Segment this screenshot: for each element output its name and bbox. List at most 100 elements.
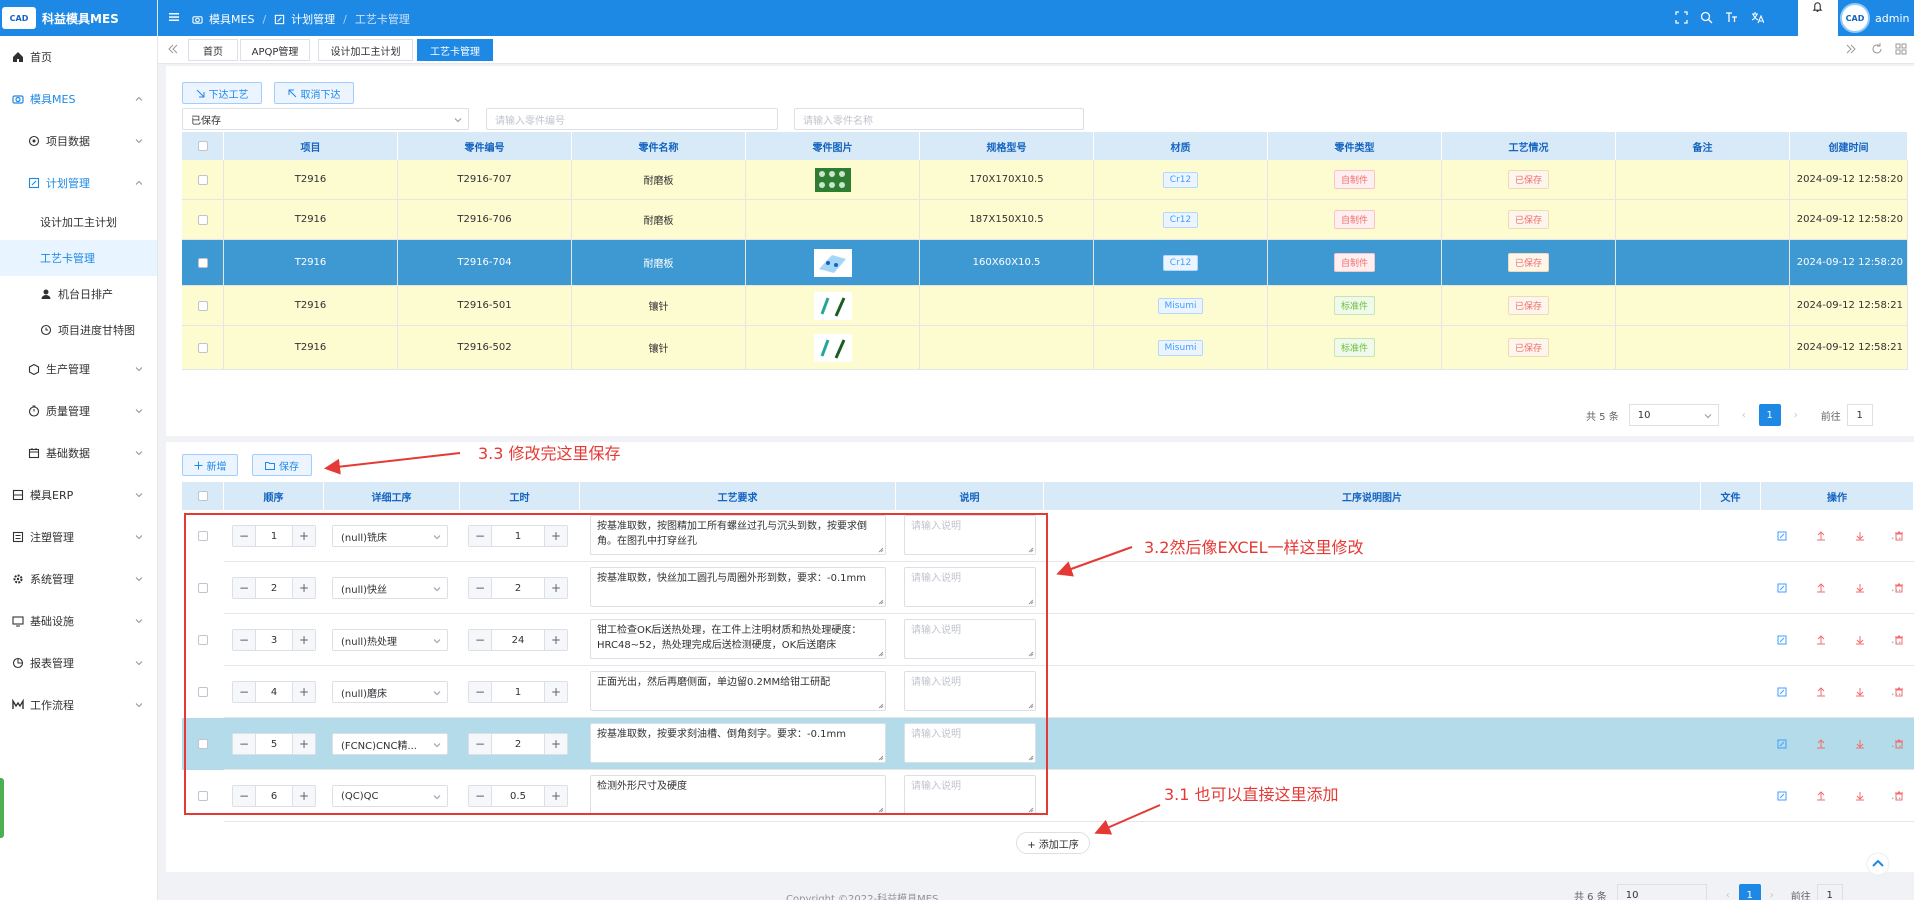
move-down-icon[interactable]: [1855, 687, 1865, 697]
sidebar-item-9[interactable]: 质量管理: [0, 390, 157, 432]
part-thumbnail-image[interactable]: [813, 291, 852, 320]
sidebar-item-2[interactable]: 项目数据: [0, 120, 157, 162]
sidebar-item-6[interactable]: 机台日排产: [0, 276, 157, 312]
part-thumbnail-image[interactable]: [814, 166, 852, 194]
translate-icon[interactable]: [1751, 11, 1764, 24]
table-row-checkbox-cell[interactable]: [182, 240, 224, 286]
move-down-icon[interactable]: [1855, 791, 1865, 801]
user-menu[interactable]: CAD admin: [1840, 0, 1914, 36]
tabs-scroll-right-icon[interactable]: [1846, 42, 1858, 56]
parts-goto-input[interactable]: 1: [1846, 404, 1873, 426]
part-no-input[interactable]: 请输入零件编号: [486, 108, 778, 130]
more-actions-icon[interactable]: ...: [1891, 633, 1902, 646]
select-all-header[interactable]: [182, 132, 224, 160]
sidebar-item-10[interactable]: 基础数据: [0, 432, 157, 474]
tabs-scroll-left-icon[interactable]: [166, 42, 178, 56]
breadcrumb-item-plan[interactable]: 计划管理: [291, 11, 335, 27]
row-checkbox[interactable]: [197, 257, 208, 268]
sidebar-item-5[interactable]: 工艺卡管理: [0, 240, 157, 276]
table-row-checkbox-cell[interactable]: [182, 160, 224, 200]
table-row-checkbox-cell[interactable]: [182, 200, 224, 240]
sidebar-item-3[interactable]: 计划管理: [0, 162, 157, 204]
back-to-top-icon[interactable]: [1866, 852, 1890, 876]
process-page-size-select[interactable]: 10: [1616, 884, 1707, 900]
row-checkbox[interactable]: [197, 214, 208, 225]
sidebar-item-4[interactable]: 设计加工主计划: [0, 204, 157, 240]
part-thumbnail-image[interactable]: [813, 333, 852, 362]
sidebar-item-13[interactable]: 系统管理: [0, 558, 157, 600]
more-actions-icon[interactable]: ...: [1891, 581, 1902, 594]
sidebar-item-15[interactable]: 报表管理: [0, 642, 157, 684]
hamburger-icon[interactable]: [168, 11, 180, 23]
more-actions-icon[interactable]: ...: [1891, 789, 1902, 802]
add-step-button[interactable]: + 添加工序: [1016, 832, 1090, 854]
search-icon[interactable]: [1700, 11, 1713, 24]
parts-page-size-select[interactable]: 10: [1628, 404, 1719, 426]
select-all-checkbox[interactable]: [197, 141, 208, 151]
edit-icon[interactable]: [1777, 635, 1787, 645]
move-down-icon[interactable]: [1855, 635, 1865, 645]
move-up-icon[interactable]: [1816, 635, 1826, 645]
row-checkbox[interactable]: [197, 342, 208, 353]
notification-area[interactable]: [1798, 0, 1838, 36]
username[interactable]: admin: [1875, 12, 1909, 25]
table-row-checkbox-cell[interactable]: [182, 286, 224, 326]
move-down-icon[interactable]: [1855, 739, 1865, 749]
sidebar-item-12[interactable]: 注塑管理: [0, 516, 157, 558]
parts-prev-button[interactable]: ‹: [1733, 404, 1755, 426]
process-page-1[interactable]: 1: [1738, 884, 1761, 900]
release-process-button[interactable]: 下达工艺: [182, 82, 262, 104]
move-up-icon[interactable]: [1816, 583, 1826, 593]
part-thumbnail-image[interactable]: [813, 248, 852, 277]
sidebar-item-0[interactable]: 首页: [0, 36, 157, 78]
edit-icon[interactable]: [1777, 791, 1787, 801]
parts-page-1[interactable]: 1: [1758, 404, 1781, 426]
table-row-checkbox-cell[interactable]: [182, 326, 224, 370]
process-select-all-checkbox[interactable]: [197, 491, 208, 501]
font-size-icon[interactable]: [1725, 11, 1738, 24]
sidebar-item-8[interactable]: 生产管理: [0, 348, 157, 390]
edit-icon[interactable]: [1777, 687, 1787, 697]
part-name-input[interactable]: 请输入零件名称: [794, 108, 1084, 130]
process-select-all-header[interactable]: [182, 482, 224, 510]
move-down-icon[interactable]: [1855, 531, 1865, 541]
sidebar-item-16[interactable]: 工作流程: [0, 684, 157, 726]
tab-design-plan[interactable]: 设计加工主计划: [318, 39, 413, 61]
breadcrumb-item-mes[interactable]: 模具MES: [209, 11, 254, 27]
process-goto-input[interactable]: 1: [1816, 884, 1843, 900]
move-up-icon[interactable]: [1816, 531, 1826, 541]
cancel-release-button[interactable]: 取消下达: [274, 82, 354, 104]
sidebar-item-1[interactable]: 模具MES: [0, 78, 157, 120]
avatar[interactable]: CAD: [1840, 3, 1870, 33]
add-button[interactable]: 新增: [182, 454, 238, 476]
move-up-icon[interactable]: [1816, 687, 1826, 697]
process-prev-button[interactable]: ‹: [1717, 884, 1739, 900]
chevron-up-icon: [135, 96, 143, 101]
more-actions-icon[interactable]: ...: [1891, 737, 1902, 750]
move-up-icon[interactable]: [1816, 739, 1826, 749]
edit-icon[interactable]: [1777, 583, 1787, 593]
parts-next-button[interactable]: ›: [1785, 404, 1807, 426]
more-actions-icon[interactable]: ...: [1891, 529, 1902, 542]
tab-process-card[interactable]: 工艺卡管理: [417, 39, 493, 61]
process-next-button[interactable]: ›: [1761, 884, 1783, 900]
grid-icon[interactable]: [1895, 42, 1907, 56]
more-actions-icon[interactable]: ...: [1891, 685, 1902, 698]
side-floating-tab[interactable]: [0, 778, 4, 838]
fullscreen-icon[interactable]: [1675, 11, 1688, 24]
move-down-icon[interactable]: [1855, 583, 1865, 593]
save-button[interactable]: 保存: [252, 454, 312, 476]
tab-home[interactable]: 首页: [188, 39, 238, 61]
row-checkbox[interactable]: [197, 300, 208, 311]
refresh-icon[interactable]: [1871, 42, 1883, 56]
tab-apqp[interactable]: APQP管理: [240, 39, 310, 61]
sidebar-item-11[interactable]: 模具ERP: [0, 474, 157, 516]
edit-icon[interactable]: [1777, 531, 1787, 541]
status-select[interactable]: 已保存: [182, 108, 469, 130]
sidebar-item-7[interactable]: 项目进度甘特图: [0, 312, 157, 348]
sidebar-item-14[interactable]: 基础设施: [0, 600, 157, 642]
bell-icon[interactable]: [1812, 1, 1823, 12]
edit-icon[interactable]: [1777, 739, 1787, 749]
move-up-icon[interactable]: [1816, 791, 1826, 801]
row-checkbox[interactable]: [197, 174, 208, 185]
